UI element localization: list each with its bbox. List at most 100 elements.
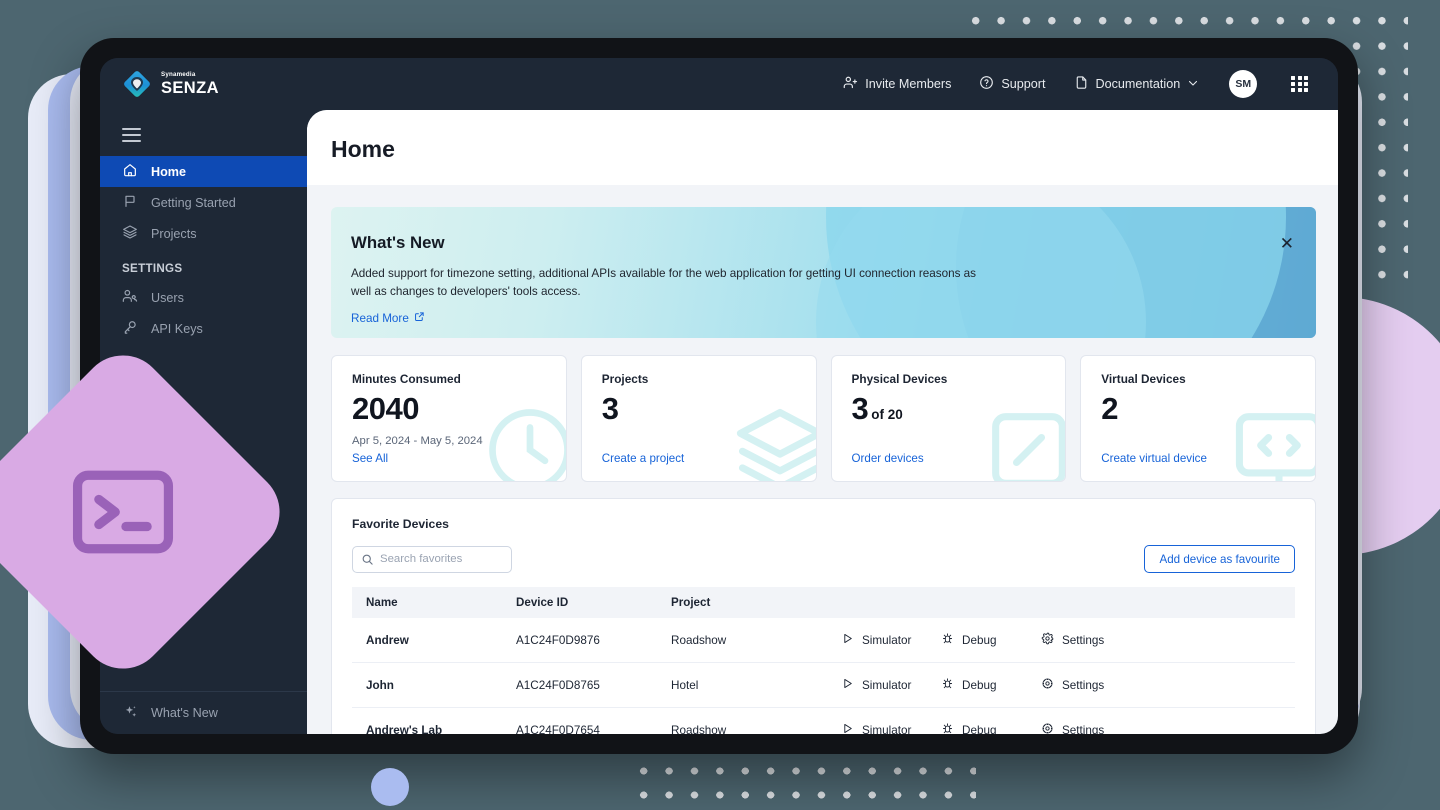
brand-logo[interactable]: Synamedia SENZA [122, 69, 219, 99]
brand-subtitle: Synamedia [161, 70, 196, 78]
gear-icon [1041, 677, 1054, 693]
page-title: Home [331, 136, 395, 162]
page-header: Home [307, 110, 1338, 185]
gear-icon [1041, 722, 1054, 734]
debug-label: Debug [962, 633, 997, 647]
support-label: Support [1001, 77, 1046, 91]
column-header-settings [1027, 587, 1295, 618]
bug-icon [941, 677, 954, 693]
cell-project: Hotel [657, 662, 827, 708]
search-favorites-wrapper [352, 545, 512, 573]
cell-debug[interactable]: Debug [927, 707, 1027, 735]
cell-name: John [352, 662, 502, 708]
banner-heading: What's New [351, 233, 445, 252]
stat-card-title: Minutes Consumed [352, 372, 461, 386]
banner-body: Added support for timezone setting, addi… [351, 267, 977, 299]
clock-icon [480, 400, 566, 481]
stat-card-unit: of 20 [871, 407, 903, 422]
order-devices-link[interactable]: Order devices [852, 452, 924, 465]
favorite-devices-table: Name Device ID Project Andrew A1C24F0D98… [352, 587, 1295, 734]
column-header-simulator [827, 587, 927, 618]
add-device-as-favourite-button[interactable]: Add device as favourite [1144, 545, 1295, 573]
sidebar-item-users[interactable]: Users [100, 282, 307, 313]
flag-icon [122, 193, 138, 212]
sidebar-item-projects[interactable]: Projects [100, 218, 307, 249]
sidebar-item-home-label: Home [151, 164, 186, 179]
stat-card-projects: Projects 3 Create a project [580, 355, 817, 482]
cell-settings[interactable]: Settings [1027, 662, 1295, 708]
gear-icon [1041, 632, 1054, 648]
top-bar: Synamedia SENZA Invite Members Support D… [100, 58, 1338, 110]
create-virtual-device-link[interactable]: Create virtual device [1101, 452, 1207, 465]
main-content: Home ✕ What's New Added support for time… [307, 110, 1338, 734]
menu-toggle-icon[interactable] [100, 110, 307, 156]
sidebar-item-whats-new[interactable]: What's New [100, 692, 307, 734]
question-circle-icon [979, 75, 994, 93]
column-header-name: Name [352, 587, 502, 618]
stat-card-physical-devices: Physical Devices 3 of 20 Order devices [830, 355, 1067, 482]
layers-icon [122, 224, 138, 243]
avatar-initials: SM [1235, 78, 1252, 90]
simulator-label: Simulator [862, 678, 912, 692]
avatar[interactable]: SM [1229, 70, 1258, 98]
debug-label: Debug [962, 678, 997, 692]
support-button[interactable]: Support [979, 75, 1046, 93]
play-icon [841, 632, 854, 648]
invite-members-button[interactable]: Invite Members [843, 75, 951, 93]
sidebar-item-whats-new-label: What's New [151, 706, 218, 720]
stat-cards: Minutes Consumed 2040 Apr 5, 2024 - May … [331, 355, 1316, 482]
sidebar-item-api-keys-label: API Keys [151, 321, 203, 336]
banner-close-icon[interactable]: ✕ [1280, 235, 1294, 252]
code-monitor-icon [1229, 400, 1316, 481]
search-favorites-input[interactable] [352, 545, 512, 573]
cell-settings[interactable]: Settings [1027, 618, 1295, 663]
sidebar-item-projects-label: Projects [151, 226, 197, 241]
home-icon [122, 162, 138, 181]
decorative-circle-bottom [371, 768, 409, 806]
play-icon [841, 677, 854, 693]
sparkle-icon [122, 704, 138, 723]
see-all-link[interactable]: See All [352, 452, 388, 465]
column-header-device-id: Device ID [502, 587, 657, 618]
sidebar-footer: What's New [100, 691, 307, 734]
sidebar-item-users-label: Users [151, 290, 184, 305]
app-grid-icon[interactable] [1291, 75, 1308, 93]
bug-icon [941, 632, 954, 648]
device-icon [979, 400, 1066, 481]
settings-label: Settings [1062, 723, 1105, 735]
cell-simulator[interactable]: Simulator [827, 662, 927, 708]
stat-card-virtual-devices: Virtual Devices 2 Create virtual device [1080, 355, 1316, 482]
cell-debug[interactable]: Debug [927, 618, 1027, 663]
documentation-menu[interactable]: Documentation [1074, 75, 1200, 93]
cell-simulator[interactable]: Simulator [827, 707, 927, 734]
cell-device-id: A1C24F0D9876 [502, 618, 657, 663]
simulator-label: Simulator [862, 633, 912, 647]
table-row[interactable]: John A1C24F0D8765 Hotel Simulator Debug [352, 662, 1295, 708]
favorite-devices-title: Favorite Devices [352, 517, 449, 531]
favorites-toolbar: Add device as favourite [352, 545, 1295, 573]
whats-new-banner: ✕ What's New Added support for timezone … [331, 207, 1316, 338]
sidebar-item-home[interactable]: Home [100, 156, 307, 187]
table-row[interactable]: Andrew A1C24F0D9876 Roadshow Simulator D… [352, 618, 1295, 663]
cell-project: Roadshow [657, 707, 827, 734]
cell-project: Roadshow [657, 618, 827, 663]
banner-read-more-link[interactable]: Read More [351, 311, 425, 325]
create-a-project-link[interactable]: Create a project [602, 452, 685, 465]
banner-read-more-label: Read More [351, 311, 409, 325]
users-icon [122, 288, 138, 307]
sidebar-item-api-keys[interactable]: API Keys [100, 313, 307, 344]
cell-debug[interactable]: Debug [927, 662, 1027, 708]
key-icon [122, 319, 138, 338]
sidebar-item-getting-started[interactable]: Getting Started [100, 187, 307, 218]
settings-label: Settings [1062, 678, 1105, 692]
cell-settings[interactable]: Settings [1027, 707, 1295, 735]
bug-icon [941, 722, 954, 734]
stat-card-title: Virtual Devices [1101, 372, 1186, 386]
layers-icon [730, 400, 816, 481]
cell-device-id: A1C24F0D7654 [502, 707, 657, 734]
cell-simulator[interactable]: Simulator [827, 618, 927, 663]
content-scroll-area[interactable]: ✕ What's New Added support for timezone … [307, 185, 1338, 734]
debug-label: Debug [962, 723, 997, 735]
device-frame: Synamedia SENZA Invite Members Support D… [80, 38, 1358, 754]
table-row[interactable]: Andrew's Lab A1C24F0D7654 Roadshow Simul… [352, 707, 1295, 735]
